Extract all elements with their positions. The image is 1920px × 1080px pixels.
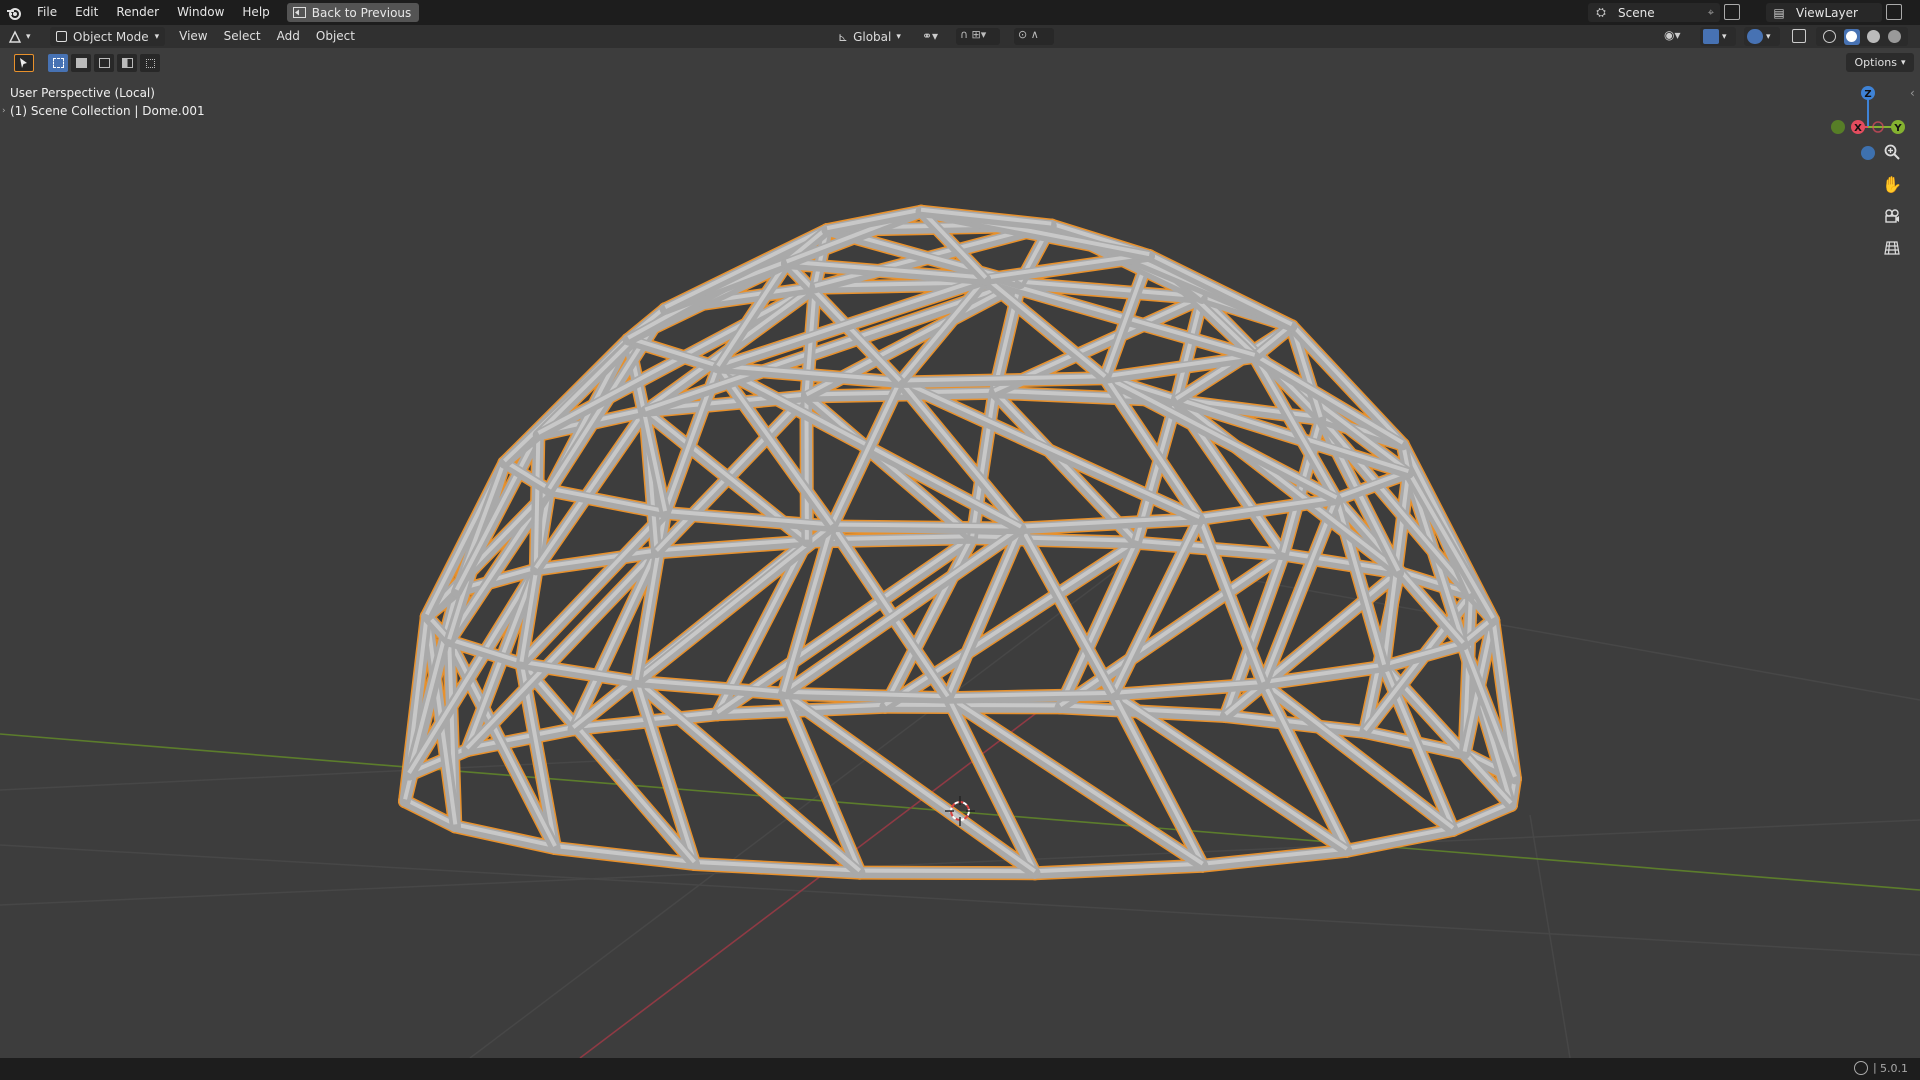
top-bar: File Edit Render Window Help Back to Pre… [0,0,1920,25]
menu-render[interactable]: Render [107,0,168,25]
select-tool-icon[interactable] [14,54,34,72]
back-icon [292,7,306,18]
options-dropdown[interactable]: Options ▾ [1846,53,1914,72]
neg-y-icon [1831,120,1845,134]
editor-type-icon[interactable]: ▾ [8,27,44,46]
select-box-extend-icon[interactable] [71,54,91,72]
menu-help[interactable]: Help [233,0,278,25]
dome-strut-highlight [885,702,1061,708]
tool-settings [14,54,160,72]
gizmo-z-label: Z [1864,89,1871,100]
gizmo-x-label: X [1854,123,1862,134]
blender-logo-icon[interactable] [0,0,28,25]
gizmo-toggle-icon[interactable]: ▾ [1700,27,1736,46]
options-label: Options [1854,56,1897,69]
transform-orientation-label: Global [853,29,892,44]
menu-view[interactable]: View [171,27,215,46]
view-layer-icon: ▤ [1773,5,1785,20]
viewport-navigation-buttons: ✋ [1880,140,1904,260]
back-to-previous-button[interactable]: Back to Previous [286,3,420,22]
scene-icon: ⛭ [1596,5,1606,19]
collection-label: (1) Scene Collection | Dome.001 [10,104,205,118]
orientation-icon: ⊾ [838,29,849,44]
view-layer-name: ViewLayer [1796,5,1858,20]
menu-edit[interactable]: Edit [66,0,107,25]
xray-toggle-icon[interactable] [1792,29,1806,43]
pin-icon: ⌖ [1707,5,1714,19]
wireframe-shading-icon[interactable] [1822,30,1836,43]
version-separator: | [1873,1061,1877,1074]
select-box-intersect-icon[interactable] [140,54,160,72]
snap-icon[interactable]: ∩ ⊞▾ [956,28,1000,45]
chevron-down-icon: ▾ [896,31,901,42]
new-scene-icon[interactable] [1724,4,1740,20]
solid-shading-icon[interactable] [1843,28,1860,45]
select-box-invert-icon[interactable] [117,54,137,72]
overlay-toggle-icon[interactable]: ▾ [1744,27,1780,46]
back-button-label: Back to Previous [311,5,412,20]
pivot-point-icon[interactable]: ⚭▾ [922,29,938,43]
viewport-header: ▾ Object Mode ▾ View Select Add Object ⊾… [0,25,1920,48]
menu-select[interactable]: Select [216,27,269,46]
status-bar: | 5.0.1 [0,1058,1920,1080]
hand-icon[interactable]: ✋ [1880,172,1904,196]
chevron-down-icon: ▾ [1900,57,1906,68]
floor-grid [0,559,1920,1058]
material-shading-icon[interactable] [1867,30,1881,43]
rendered-shading-icon[interactable] [1888,30,1902,43]
view-layer-selector[interactable]: ▤ ViewLayer [1766,3,1882,22]
expand-arrow-icon[interactable]: › [2,106,6,116]
proportional-edit-icon[interactable]: ⊙ ∧ [1014,28,1054,45]
dome-strut-highlight [533,432,541,568]
transform-orientation-dropdown[interactable]: ⊾ Global ▾ [838,27,901,46]
navigation-gizmo[interactable]: Z Y X [1820,86,1920,216]
gizmo-y-label: Y [1893,123,1902,134]
dome-strut-highlight [831,522,1021,529]
shading-modes [1816,27,1908,46]
version-label: 5.0.1 [1880,1062,1908,1075]
visibility-icon[interactable]: ◉▾ [1664,28,1681,42]
viewport-canvas[interactable] [0,48,1920,1058]
neg-z-icon [1861,146,1875,160]
select-box-new-icon[interactable] [48,54,68,72]
camera-icon[interactable] [1880,204,1904,228]
dome-struts [399,206,1521,879]
menu-object[interactable]: Object [308,27,363,46]
grid-icon[interactable] [1880,236,1904,260]
object-mode-dropdown[interactable]: Object Mode ▾ [50,27,166,46]
menu-file[interactable]: File [28,0,66,25]
menu-add[interactable]: Add [269,27,308,46]
new-view-layer-icon[interactable] [1886,4,1902,20]
view-perspective-label: User Perspective (Local) [10,86,155,100]
select-box-subtract-icon[interactable] [94,54,114,72]
dome-strut-highlight [859,868,1035,874]
scene-selector[interactable]: ⛭ Scene ⌖ [1588,3,1720,22]
network-icon [1854,1061,1868,1075]
object-mode-label: Object Mode [73,29,149,44]
menu-window[interactable]: Window [168,0,233,25]
zoom-icon[interactable] [1880,140,1904,164]
object-mode-icon [56,31,67,42]
sidebar-toggle-icon[interactable]: ‹ [1910,86,1915,100]
scene-name: Scene [1618,5,1655,20]
chevron-down-icon: ▾ [154,31,160,42]
3d-viewport[interactable]: User Perspective (Local) (1) Scene Colle… [0,48,1920,1058]
